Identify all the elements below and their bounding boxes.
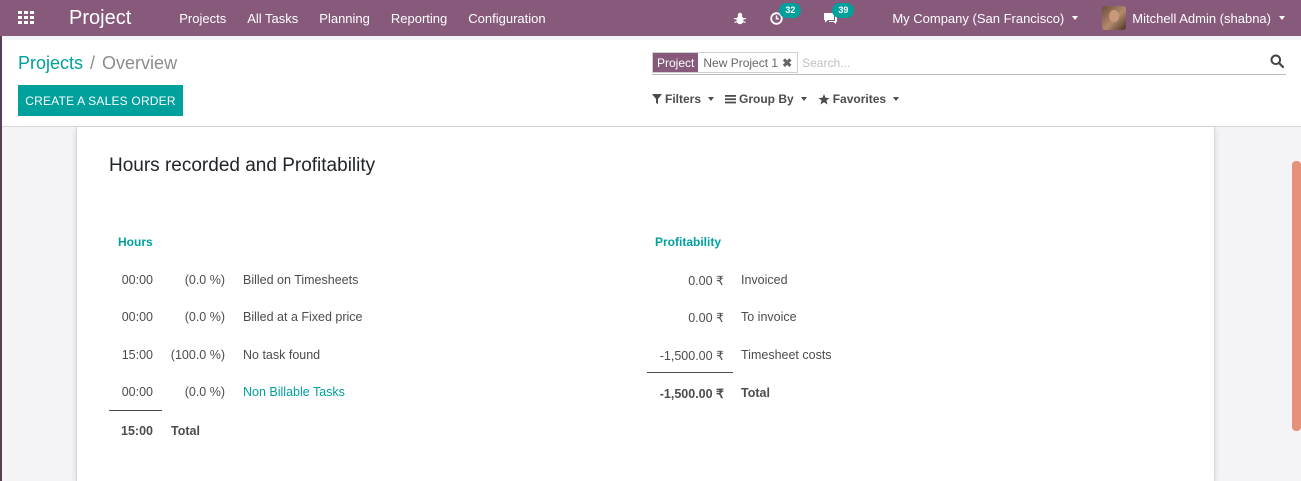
menu-projects[interactable]: Projects [179, 11, 226, 26]
group-by-label: Group By [739, 92, 794, 106]
hours-total-label: Total [171, 424, 200, 438]
avatar [1102, 6, 1127, 30]
user-name: Mitchell Admin (shabna) [1132, 10, 1271, 26]
breadcrumb-separator: / [90, 53, 96, 73]
scrollbar[interactable] [1292, 161, 1301, 431]
create-sales-order-button[interactable]: CREATE A SALES ORDER [18, 85, 183, 116]
hours-total-value: 15:00 [121, 424, 153, 438]
hours-label: No task found [243, 348, 321, 362]
main-content: Hours recorded and Profitability Hours 0… [0, 127, 1301, 481]
messages-count-badge: 39 [832, 2, 855, 18]
search-facet: Project New Project 1 ✖ [652, 52, 799, 73]
menu-configuration[interactable]: Configuration [468, 11, 545, 26]
activity-count-badge: 32 [779, 2, 802, 18]
top-navbar: Project Projects All Tasks Planning Repo… [0, 0, 1301, 36]
profitability-header: Profitability [655, 235, 722, 249]
menu-planning[interactable]: Planning [319, 11, 370, 26]
company-switcher[interactable]: My Company (San Francisco) [892, 10, 1079, 26]
menu-reporting[interactable]: Reporting [391, 11, 447, 26]
section-title: Hours recorded and Profitability [109, 155, 376, 176]
hours-value: 00:00 [121, 273, 153, 287]
messaging-menu[interactable]: 39 [823, 2, 855, 25]
overview-sheet: Hours recorded and Profitability Hours 0… [76, 127, 1215, 481]
search-input[interactable] [802, 55, 1286, 70]
profit-amount: -1,500.00 ₹ [659, 349, 724, 363]
profit-total-label: Total [741, 386, 770, 400]
star-icon [818, 93, 830, 104]
facet-value: New Project 1 ✖ [698, 53, 797, 72]
chevron-down-icon [1072, 16, 1079, 20]
hours-value: 00:00 [121, 310, 153, 324]
close-icon[interactable]: ✖ [782, 56, 792, 70]
filter-icon [652, 94, 662, 104]
filters-dropdown[interactable]: Filters [652, 92, 715, 106]
facet-label: Project [653, 53, 699, 72]
bars-icon [725, 95, 737, 104]
profit-total-amount: -1,500.00 ₹ [659, 387, 724, 401]
facet-value-text: New Project 1 [703, 55, 779, 70]
hours-value: 00:00 [121, 385, 153, 399]
hours-percent: (0.0 %) [184, 310, 225, 324]
chevron-down-icon [893, 97, 900, 101]
breadcrumb-current: Overview [102, 53, 178, 73]
search-icon[interactable] [1270, 54, 1285, 71]
bug-icon [734, 12, 747, 24]
search-bar: Project New Project 1 ✖ [652, 51, 1286, 75]
hours-percent: (0.0 %) [184, 385, 225, 399]
menu-all-tasks[interactable]: All Tasks [247, 11, 298, 26]
favorites-label: Favorites [832, 92, 887, 106]
user-menu[interactable]: Mitchell Admin (shabna) [1102, 6, 1285, 30]
left-edge-border [0, 36, 2, 481]
filters-label: Filters [665, 92, 702, 106]
search-options: Filters Group By Favorites [652, 92, 910, 106]
activity-menu[interactable]: 32 [770, 2, 802, 25]
grid-icon [17, 11, 34, 24]
hours-label: Billed on Timesheets [243, 273, 359, 287]
profit-label: To invoice [741, 310, 797, 324]
group-by-dropdown[interactable]: Group By [725, 92, 807, 106]
profit-amount: 0.00 ₹ [688, 311, 724, 325]
favorites-dropdown[interactable]: Favorites [818, 92, 900, 106]
app-title[interactable]: Project [69, 7, 131, 30]
hours-label: Billed at a Fixed price [243, 310, 363, 324]
profit-label: Timesheet costs [741, 348, 832, 362]
breadcrumb: Projects / Overview [18, 53, 177, 74]
chevron-down-icon [708, 97, 715, 101]
debug-menu[interactable] [734, 12, 747, 25]
hours-total-divider [109, 410, 162, 411]
hours-percent: (0.0 %) [184, 273, 225, 287]
profit-amount: 0.00 ₹ [688, 274, 724, 288]
chevron-down-icon [800, 97, 807, 101]
breadcrumb-projects[interactable]: Projects [18, 53, 83, 74]
chevron-down-icon [1279, 16, 1285, 20]
company-name: My Company (San Francisco) [892, 10, 1065, 26]
profit-label: Invoiced [741, 273, 788, 287]
hours-header: Hours [118, 235, 153, 249]
hours-percent: (100.0 %) [170, 348, 225, 362]
control-panel: Projects / Overview CREATE A SALES ORDER… [0, 40, 1301, 127]
apps-menu-button[interactable] [0, 0, 52, 36]
non-billable-tasks-link[interactable]: Non Billable Tasks [243, 385, 345, 399]
systray: 32 39 My Company (San Francisco) Mitchel… [734, 0, 1301, 36]
profit-total-divider [647, 372, 733, 373]
hours-value: 15:00 [121, 348, 153, 362]
